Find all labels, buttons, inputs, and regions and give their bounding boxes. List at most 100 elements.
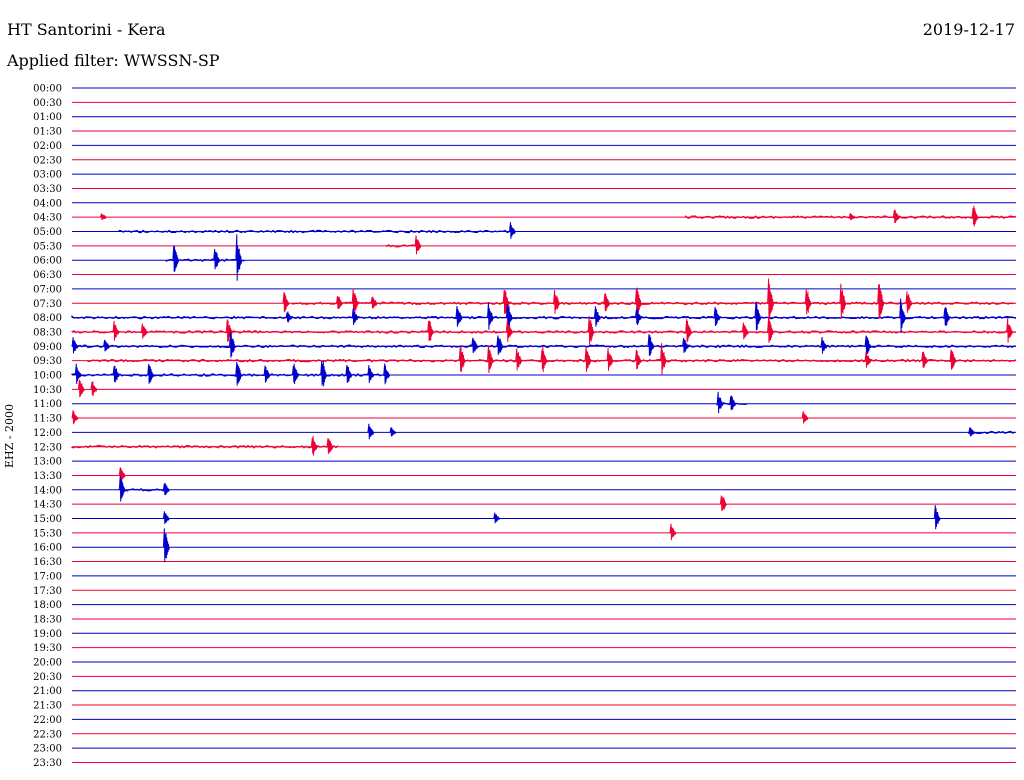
- seismic-event-53: [487, 345, 494, 374]
- seismic-event-17: [767, 278, 775, 324]
- tick-label-2030: 20:30: [33, 672, 62, 683]
- seismic-event-88: [162, 511, 170, 525]
- tick-label-0230: 02:30: [33, 155, 62, 166]
- seismic-event-12: [370, 296, 378, 309]
- tick-label-0300: 03:00: [33, 170, 62, 181]
- tick-label-0630: 06:30: [33, 270, 62, 281]
- tick-label-0400: 04:00: [33, 198, 62, 209]
- tick-label-1930: 19:30: [33, 643, 62, 654]
- seismic-event-22: [285, 311, 293, 323]
- seismic-event-79: [367, 423, 375, 440]
- seismic-event-48: [647, 334, 655, 357]
- seismic-event-2: [892, 209, 900, 224]
- tick-label-1300: 13:00: [33, 457, 62, 468]
- tick-label-1000: 10:00: [33, 371, 62, 382]
- tick-label-1530: 15:30: [33, 528, 62, 539]
- seismic-event-15: [603, 293, 611, 312]
- tick-label-1130: 11:30: [33, 414, 62, 425]
- seismic-event-47: [496, 335, 504, 355]
- seismic-event-81: [968, 427, 976, 437]
- seismic-event-56: [584, 346, 592, 372]
- seismic-event-1: [848, 213, 856, 221]
- seismic-event-21: [905, 291, 913, 313]
- time-tick-labels: 00:00 00:30 01:00 01:30 02:00 02:30 03:00 03:30…: [33, 84, 62, 769]
- seismic-event-66: [235, 361, 243, 386]
- seismic-event-14: [553, 290, 561, 314]
- seismic-event-8: [235, 234, 243, 281]
- seismic-event-83: [326, 437, 334, 454]
- seismic-event-42: [1006, 318, 1014, 343]
- tick-label-0130: 01:30: [33, 127, 62, 138]
- seismic-event-40: [741, 322, 749, 340]
- tick-label-1900: 19:00: [33, 629, 62, 640]
- tick-label-2300: 23:00: [33, 744, 62, 755]
- seismic-event-25: [487, 302, 494, 330]
- tick-label-2230: 22:30: [33, 729, 62, 740]
- tick-label-0500: 05:00: [33, 227, 62, 238]
- tick-label-0100: 01:00: [33, 112, 62, 123]
- seismic-event-60: [864, 351, 872, 368]
- tick-label-2000: 20:00: [33, 658, 62, 669]
- tick-label-0600: 06:00: [33, 256, 62, 267]
- seismic-event-87: [719, 495, 727, 512]
- seismic-event-70: [345, 364, 353, 384]
- tick-label-1500: 15:00: [33, 514, 62, 525]
- seismic-event-6: [172, 245, 180, 273]
- tick-label-0830: 08:30: [33, 327, 62, 338]
- seismic-event-18: [804, 289, 812, 315]
- tick-label-1330: 13:30: [33, 471, 62, 482]
- tick-label-0030: 00:30: [33, 98, 62, 109]
- seismic-event-59: [660, 343, 668, 375]
- seismic-event-92: [162, 528, 170, 563]
- seismic-signal: [71, 205, 1017, 563]
- seismic-event-44: [103, 339, 111, 352]
- seismic-event-90: [933, 505, 941, 530]
- tick-label-0530: 05:30: [33, 241, 62, 252]
- seismic-event-55: [540, 346, 548, 373]
- seismic-event-75: [716, 391, 724, 414]
- seismic-event-71: [367, 365, 375, 383]
- seismic-event-28: [634, 308, 642, 326]
- tick-label-0900: 09:00: [33, 342, 62, 353]
- seismic-event-91: [669, 523, 677, 541]
- seismic-event-24: [455, 306, 463, 327]
- helicorder-rows: [72, 87, 1016, 763]
- seismic-event-0: [100, 213, 107, 221]
- tick-label-1800: 18:00: [33, 600, 62, 611]
- tick-label-1700: 17:00: [33, 571, 62, 582]
- seismic-event-32: [943, 306, 951, 327]
- seismic-event-30: [754, 301, 762, 331]
- seismic-event-65: [147, 364, 155, 384]
- seismic-event-7: [213, 248, 221, 270]
- tick-label-1030: 10:30: [33, 385, 62, 396]
- tick-label-1630: 16:30: [33, 557, 62, 568]
- seismic-event-74: [90, 381, 98, 396]
- tick-label-0000: 00:00: [33, 84, 62, 95]
- seismic-event-76: [729, 395, 737, 411]
- helicorder-plot: 00:00 00:30 01:00 01:30 02:00 02:30 03:00 03:30…: [33, 84, 1017, 769]
- seismic-event-34: [140, 323, 148, 339]
- seismic-event-77: [71, 410, 79, 425]
- tick-label-1200: 12:00: [33, 428, 62, 439]
- tick-label-0800: 08:00: [33, 313, 62, 324]
- seismic-event-3: [971, 205, 979, 227]
- seismic-event-89: [493, 512, 501, 524]
- tick-label-0730: 07:30: [33, 299, 62, 310]
- tick-label-0200: 02:00: [33, 141, 62, 152]
- seismic-event-29: [713, 307, 721, 327]
- seismic-event-68: [291, 363, 299, 385]
- tick-label-0430: 04:30: [33, 213, 62, 224]
- tick-label-2130: 21:30: [33, 701, 62, 712]
- seismic-event-69: [320, 361, 328, 387]
- noise-segment-1: [118, 229, 512, 234]
- seismic-event-62: [949, 349, 957, 370]
- seismic-event-67: [263, 365, 271, 383]
- tick-label-1730: 17:30: [33, 586, 62, 597]
- seismic-event-4: [509, 222, 516, 239]
- tick-label-1600: 16:00: [33, 543, 62, 554]
- tick-label-1830: 18:30: [33, 614, 62, 625]
- seismic-event-54: [515, 348, 523, 371]
- seismic-event-50: [820, 337, 828, 354]
- tick-label-0330: 03:30: [33, 184, 62, 195]
- seismic-event-63: [74, 363, 82, 385]
